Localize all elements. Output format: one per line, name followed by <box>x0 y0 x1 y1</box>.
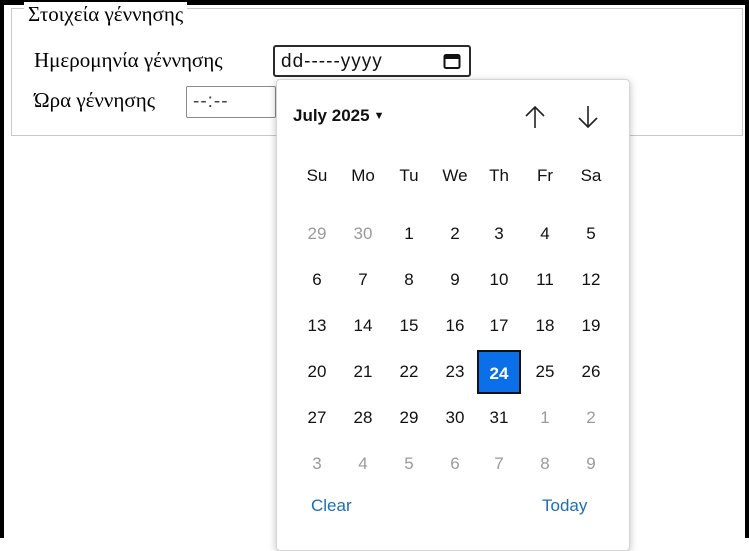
day-cell[interactable]: 6 <box>295 258 339 302</box>
day-cell[interactable]: 30 <box>341 212 385 256</box>
caret-down-icon: ▼ <box>373 110 385 122</box>
day-cell[interactable]: 2 <box>433 212 477 256</box>
day-cell[interactable]: 29 <box>387 396 431 440</box>
fieldset-legend: Στοιχεία γέννησης <box>24 2 188 26</box>
clear-button[interactable]: Clear <box>311 496 352 516</box>
day-cell[interactable]: 2 <box>569 396 613 440</box>
weekday-header: We <box>442 166 468 185</box>
day-cell[interactable]: 6 <box>433 442 477 486</box>
day-cell[interactable]: 18 <box>523 304 567 348</box>
day-cell[interactable]: 22 <box>387 350 431 394</box>
day-cell[interactable]: 1 <box>387 212 431 256</box>
weekday-header: Fr <box>536 166 554 185</box>
day-cell[interactable]: 7 <box>341 258 385 302</box>
date-picker-popup: July 2025 ▼ Su Mo Tu We Th Fr Sa 29 30 1 2 3 4 5 6 7 8 9 10… <box>276 79 630 551</box>
month-year-selector[interactable]: July 2025 ▼ <box>293 106 384 126</box>
day-cell[interactable]: 9 <box>433 258 477 302</box>
window-right-border <box>745 0 749 538</box>
day-cell[interactable]: 1 <box>523 396 567 440</box>
today-button[interactable]: Today <box>542 496 587 516</box>
day-cell[interactable]: 5 <box>569 212 613 256</box>
day-cell[interactable]: 14 <box>341 304 385 348</box>
day-cell[interactable]: 19 <box>569 304 613 348</box>
day-cell[interactable]: 25 <box>523 350 567 394</box>
arrow-up-icon[interactable] <box>520 102 550 132</box>
birth-time-value: --:-- <box>193 91 229 112</box>
day-cell[interactable]: 15 <box>387 304 431 348</box>
day-cell[interactable]: 26 <box>569 350 613 394</box>
day-cell[interactable]: 7 <box>477 442 521 486</box>
day-cell[interactable]: 27 <box>295 396 339 440</box>
day-cell[interactable]: 3 <box>295 442 339 486</box>
day-cell[interactable]: 3 <box>477 212 521 256</box>
weekday-header: Sa <box>580 166 602 185</box>
birth-time-label: Ώρα γέννησης <box>34 88 156 112</box>
day-cell[interactable]: 23 <box>433 350 477 394</box>
birth-date-label: Ημερομηνία γέννησης <box>34 48 223 72</box>
birth-date-input[interactable]: dd-----yyyy <box>273 45 471 77</box>
birth-time-input[interactable]: --:-- <box>186 86 276 118</box>
weekday-header: Tu <box>399 166 419 185</box>
day-cell[interactable]: 16 <box>433 304 477 348</box>
day-cell[interactable]: 9 <box>569 442 613 486</box>
day-cell[interactable]: 5 <box>387 442 431 486</box>
day-cell[interactable]: 12 <box>569 258 613 302</box>
day-cell[interactable]: 10 <box>477 258 521 302</box>
day-cell[interactable]: 17 <box>477 304 521 348</box>
day-cell[interactable]: 31 <box>477 396 521 440</box>
birth-date-value: dd-----yyyy <box>281 51 383 72</box>
arrow-down-icon[interactable] <box>573 102 603 132</box>
calendar-icon[interactable] <box>443 53 461 69</box>
weekday-header: Su <box>306 166 328 185</box>
day-cell[interactable]: 4 <box>523 212 567 256</box>
window-left-border <box>0 0 4 538</box>
day-cell[interactable]: 21 <box>341 350 385 394</box>
day-cell[interactable]: 28 <box>341 396 385 440</box>
day-cell[interactable]: 8 <box>523 442 567 486</box>
day-cell[interactable]: 20 <box>295 350 339 394</box>
weekday-header: Th <box>489 166 509 185</box>
day-cell[interactable]: 4 <box>341 442 385 486</box>
day-cell[interactable]: 30 <box>433 396 477 440</box>
weekday-header: Mo <box>351 166 375 185</box>
day-cell[interactable]: 29 <box>295 212 339 256</box>
selected-day-cell[interactable]: 24 <box>477 350 521 394</box>
month-year-label: July 2025 <box>293 106 370 125</box>
day-cell[interactable]: 8 <box>387 258 431 302</box>
day-cell[interactable]: 11 <box>523 258 567 302</box>
day-cell[interactable]: 13 <box>295 304 339 348</box>
